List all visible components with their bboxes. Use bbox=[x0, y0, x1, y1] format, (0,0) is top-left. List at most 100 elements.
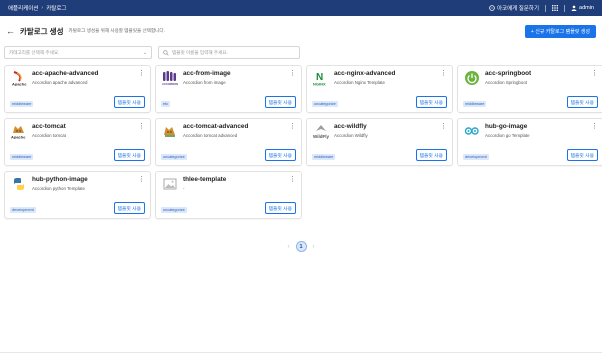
category-badge: uncategorize bbox=[312, 101, 338, 107]
tomcat-logo-icon bbox=[161, 123, 179, 139]
category-badge: middleware bbox=[312, 154, 336, 160]
prev-page-icon[interactable]: ‹ bbox=[288, 244, 290, 250]
more-vertical-icon[interactable]: ⋮ bbox=[138, 69, 145, 77]
template-card[interactable]: WildFly acc-wildfly Accordion Wildfly ⋮ … bbox=[306, 118, 453, 166]
user-name: admin bbox=[579, 5, 594, 11]
apache-logo-icon: Apache bbox=[10, 70, 28, 86]
more-vertical-icon[interactable]: ⋮ bbox=[289, 175, 296, 183]
svg-text:WildFly: WildFly bbox=[313, 134, 329, 139]
nginx-logo-icon: N NGINX bbox=[312, 70, 330, 86]
category-badge: uncategorize bbox=[161, 207, 187, 213]
category-badge: development bbox=[10, 207, 36, 213]
template-description: Accordion apache advanced bbox=[32, 80, 88, 85]
template-name: acc-from-image bbox=[183, 70, 231, 77]
use-template-button[interactable]: 템플릿 사용 bbox=[113, 149, 145, 161]
template-name: acc-apache-advanced bbox=[32, 70, 99, 77]
template-name: acc-springboot bbox=[485, 70, 532, 77]
template-card[interactable]: acc-tomcat-advanced Accordion tomcat adv… bbox=[155, 118, 302, 166]
more-vertical-icon[interactable]: ⋮ bbox=[138, 122, 145, 130]
page-title: 카탈로그 생성 bbox=[20, 26, 64, 36]
template-card[interactable]: acc-springboot Accordion Springboot ⋮ mi… bbox=[457, 65, 602, 113]
top-bar: 애플리케이션 › 카탈로그 아코에게 질문하기 admin bbox=[0, 0, 602, 16]
use-template-button[interactable]: 템플릿 사용 bbox=[113, 96, 145, 108]
template-card[interactable]: thlee-template - ⋮ uncategorize 템플릿 사용 bbox=[155, 171, 302, 219]
breadcrumb-item-applications[interactable]: 애플리케이션 bbox=[8, 4, 38, 12]
next-page-icon[interactable]: › bbox=[313, 244, 315, 250]
template-card[interactable]: N NGINX acc-nginx-advanced Accordion Ngin… bbox=[306, 65, 453, 113]
breadcrumb: 애플리케이션 › 카탈로그 bbox=[8, 4, 489, 12]
use-template-button[interactable]: 템플릿 사용 bbox=[264, 202, 296, 214]
template-name: hub-go-image bbox=[485, 123, 528, 130]
template-name: acc-nginx-advanced bbox=[334, 70, 396, 77]
more-vertical-icon[interactable]: ⋮ bbox=[591, 69, 598, 77]
divider bbox=[0, 352, 602, 353]
template-description: Accordion Wildfly bbox=[334, 133, 368, 138]
template-card[interactable]: ACCORDION acc-from-image Accordion from … bbox=[155, 65, 302, 113]
svg-text:ACCORDION: ACCORDION bbox=[162, 82, 178, 86]
category-badge: uncategorize bbox=[161, 154, 187, 160]
user-icon bbox=[571, 5, 577, 11]
page-subtitle: 카탈로그 생성을 위해 사용할 템플릿을 선택합니다. bbox=[68, 28, 165, 33]
category-badge: middleware bbox=[463, 101, 487, 107]
svg-text:NGINX: NGINX bbox=[313, 82, 326, 87]
filter-bar: 카테고리를 선택해 주세요. ⌄ 템플릿 이름을 입력해 주세요. bbox=[0, 46, 602, 60]
template-description: Accordion Springboot bbox=[485, 80, 527, 85]
python-logo-icon bbox=[10, 176, 28, 192]
svg-text:Apache: Apache bbox=[11, 135, 26, 140]
category-badge: middleware bbox=[10, 101, 34, 107]
search-input-placeholder: 템플릿 이름을 입력해 주세요. bbox=[172, 49, 228, 55]
template-description: Accordion Nginx Template bbox=[334, 80, 385, 85]
more-vertical-icon[interactable]: ⋮ bbox=[138, 175, 145, 183]
category-select[interactable]: 카테고리를 선택해 주세요. ⌄ bbox=[4, 46, 152, 59]
template-card[interactable]: Apache acc-tomcat Accordion tomcat ⋮ mid… bbox=[4, 118, 151, 166]
more-vertical-icon[interactable]: ⋮ bbox=[289, 69, 296, 77]
image-placeholder-icon bbox=[161, 176, 179, 192]
springboot-logo-icon bbox=[463, 70, 481, 86]
more-vertical-icon[interactable]: ⋮ bbox=[591, 122, 598, 130]
go-logo-icon bbox=[463, 123, 481, 139]
pagination: ‹ 1 › bbox=[0, 241, 602, 252]
page-header: ← 카탈로그 생성 카탈로그 생성을 위해 사용할 템플릿을 선택합니다. + … bbox=[0, 16, 602, 46]
template-description: Accordion from image bbox=[183, 80, 226, 85]
divider bbox=[545, 4, 547, 12]
search-input[interactable]: 템플릿 이름을 입력해 주세요. bbox=[158, 46, 300, 59]
use-template-button[interactable]: 템플릿 사용 bbox=[113, 202, 145, 214]
template-name: acc-tomcat bbox=[32, 123, 66, 130]
category-select-placeholder: 카테고리를 선택해 주세요. bbox=[9, 49, 60, 55]
use-template-button[interactable]: 템플릿 사용 bbox=[566, 96, 598, 108]
category-badge: development bbox=[463, 154, 489, 160]
grid-menu-icon[interactable] bbox=[552, 5, 559, 11]
template-name: thlee-template bbox=[183, 176, 227, 183]
accordion-logo-icon: ACCORDION bbox=[161, 70, 179, 86]
use-template-button[interactable]: 템플릿 사용 bbox=[415, 149, 447, 161]
use-template-button[interactable]: 템플릿 사용 bbox=[415, 96, 447, 108]
use-template-button[interactable]: 템플릿 사용 bbox=[566, 149, 598, 161]
new-template-button[interactable]: + 신규 카탈로그 템플릿 생성 bbox=[524, 24, 596, 38]
search-icon bbox=[163, 49, 169, 56]
category-badge: middleware bbox=[10, 154, 34, 160]
template-description: - bbox=[183, 186, 185, 191]
template-name: acc-tomcat-advanced bbox=[183, 123, 249, 130]
wildfly-logo-icon: WildFly bbox=[312, 123, 330, 139]
template-description: Accordion python Template bbox=[32, 186, 85, 191]
use-template-button[interactable]: 템플릿 사용 bbox=[264, 96, 296, 108]
template-grid: Apache acc-apache-advanced Accordion apa… bbox=[0, 65, 602, 219]
template-description: Accordion tomcat bbox=[32, 133, 66, 138]
page-number-current[interactable]: 1 bbox=[295, 241, 307, 252]
ask-ai-button[interactable]: 아코에게 질문하기 bbox=[489, 4, 539, 12]
use-template-button[interactable]: 템플릿 사용 bbox=[264, 149, 296, 161]
chat-bot-icon bbox=[489, 5, 495, 11]
svg-text:Apache: Apache bbox=[12, 82, 27, 87]
template-card[interactable]: hub-python-image Accordion python Templa… bbox=[4, 171, 151, 219]
ask-ai-label: 아코에게 질문하기 bbox=[497, 6, 540, 12]
user-menu[interactable]: admin bbox=[571, 5, 594, 11]
back-arrow-icon[interactable]: ← bbox=[6, 26, 15, 36]
more-vertical-icon[interactable]: ⋮ bbox=[440, 122, 447, 130]
more-vertical-icon[interactable]: ⋮ bbox=[440, 69, 447, 77]
more-vertical-icon[interactable]: ⋮ bbox=[289, 122, 296, 130]
chevron-down-icon: ⌄ bbox=[142, 49, 147, 56]
template-card[interactable]: Apache acc-apache-advanced Accordion apa… bbox=[4, 65, 151, 113]
breadcrumb-item-catalog[interactable]: 카탈로그 bbox=[46, 4, 66, 12]
template-card[interactable]: hub-go-image Accordion go Template ⋮ dev… bbox=[457, 118, 602, 166]
breadcrumb-separator-icon: › bbox=[41, 5, 44, 11]
